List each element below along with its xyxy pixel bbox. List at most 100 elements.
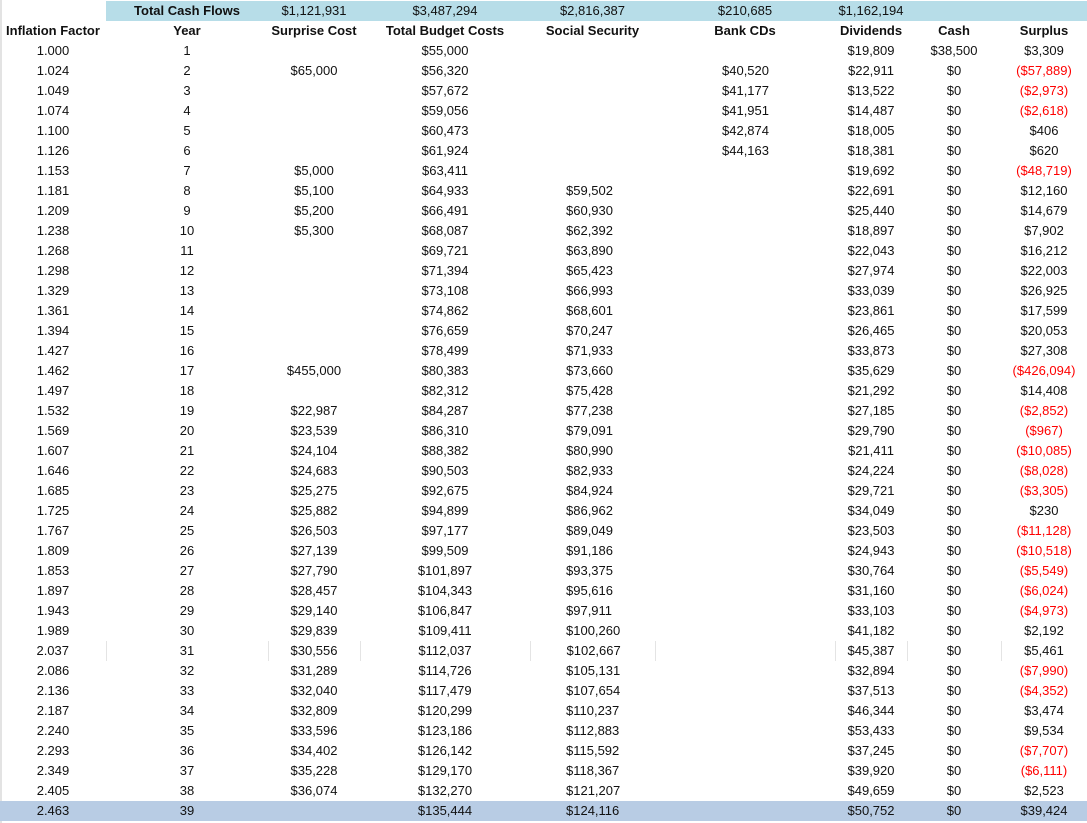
cell-bank-cds[interactable] [655,241,835,261]
cell-dividends[interactable]: $26,465 [835,321,907,341]
cell-surprise-cost[interactable]: $455,000 [268,361,360,381]
cell-cash[interactable]: $0 [907,101,1001,121]
cell-surprise-cost[interactable] [268,341,360,361]
cell-bank-cds[interactable] [655,461,835,481]
cell-year[interactable]: 10 [106,221,268,241]
cell-surplus[interactable]: ($57,889) [1001,61,1087,81]
cell-year[interactable]: 37 [106,761,268,781]
cell-bank-cds[interactable] [655,721,835,741]
cell-year[interactable]: 33 [106,681,268,701]
cell-cash[interactable]: $0 [907,361,1001,381]
cell-cash[interactable]: $0 [907,741,1001,761]
cell-year[interactable]: 6 [106,141,268,161]
cell-social-security[interactable]: $80,990 [530,441,655,461]
cell-total-budget-costs[interactable]: $55,000 [360,41,530,61]
cell-dividends[interactable]: $35,629 [835,361,907,381]
cell-cash[interactable]: $0 [907,761,1001,781]
cell-inflation-factor[interactable]: 1.989 [0,621,106,641]
cell-cash[interactable]: $0 [907,681,1001,701]
cell-social-security[interactable]: $97,911 [530,601,655,621]
cell-surplus[interactable]: $12,160 [1001,181,1087,201]
cell-inflation-factor[interactable]: 1.181 [0,181,106,201]
cell-year[interactable]: 4 [106,101,268,121]
cell-social-security[interactable]: $86,962 [530,501,655,521]
cell-year[interactable]: 26 [106,541,268,561]
total-dividends[interactable]: $1,162,194 [835,1,907,21]
cell-surprise-cost[interactable]: $27,790 [268,561,360,581]
cell-social-security[interactable]: $82,933 [530,461,655,481]
cell-surplus[interactable]: ($2,852) [1001,401,1087,421]
cell-inflation-factor[interactable]: 1.897 [0,581,106,601]
cell-cash[interactable]: $0 [907,721,1001,741]
cell-year[interactable]: 17 [106,361,268,381]
cell-dividends[interactable]: $53,433 [835,721,907,741]
cell-bank-cds[interactable] [655,401,835,421]
cell-bank-cds[interactable] [655,801,835,821]
cell-year[interactable]: 2 [106,61,268,81]
cell-cash[interactable]: $0 [907,241,1001,261]
cell-surprise-cost[interactable]: $25,275 [268,481,360,501]
cell-inflation-factor[interactable]: 1.853 [0,561,106,581]
cell-total-budget-costs[interactable]: $94,899 [360,501,530,521]
cell-bank-cds[interactable]: $41,177 [655,81,835,101]
header-social-security[interactable]: Social Security [530,21,655,41]
cell-inflation-factor[interactable]: 2.405 [0,781,106,801]
cell-bank-cds[interactable] [655,681,835,701]
cell-inflation-factor[interactable]: 2.349 [0,761,106,781]
cell-inflation-factor[interactable]: 2.187 [0,701,106,721]
cell-dividends[interactable]: $21,411 [835,441,907,461]
cell-inflation-factor[interactable]: 1.462 [0,361,106,381]
cell-total-budget-costs[interactable]: $82,312 [360,381,530,401]
cell-total-budget-costs[interactable]: $68,087 [360,221,530,241]
header-surplus[interactable]: Surplus [1001,21,1087,41]
cell-cash[interactable]: $0 [907,381,1001,401]
cell-year[interactable]: 5 [106,121,268,141]
total-bank-cds[interactable]: $210,685 [655,1,835,21]
cell-year[interactable]: 35 [106,721,268,741]
cell-surplus[interactable]: $9,534 [1001,721,1087,741]
cell-social-security[interactable]: $118,367 [530,761,655,781]
cell-surprise-cost[interactable] [268,801,360,821]
cell-total-budget-costs[interactable]: $97,177 [360,521,530,541]
cell-social-security[interactable]: $112,883 [530,721,655,741]
cell-cash[interactable]: $0 [907,341,1001,361]
cell-total-budget-costs[interactable]: $64,933 [360,181,530,201]
cell-bank-cds[interactable] [655,601,835,621]
cell-surprise-cost[interactable]: $35,228 [268,761,360,781]
cell-dividends[interactable]: $22,691 [835,181,907,201]
cell-inflation-factor[interactable]: 1.427 [0,341,106,361]
cell-bank-cds[interactable] [655,321,835,341]
cell-cash[interactable]: $0 [907,221,1001,241]
cell-surprise-cost[interactable] [268,81,360,101]
cell-social-security[interactable]: $89,049 [530,521,655,541]
header-dividends[interactable]: Dividends [835,21,907,41]
cell-cash[interactable]: $0 [907,261,1001,281]
cell-dividends[interactable]: $32,894 [835,661,907,681]
cell-cash[interactable]: $0 [907,561,1001,581]
cell-surplus[interactable]: $230 [1001,501,1087,521]
cell-bank-cds[interactable] [655,201,835,221]
cell-year[interactable]: 32 [106,661,268,681]
cell-surplus[interactable]: $620 [1001,141,1087,161]
cell-cash[interactable]: $0 [907,301,1001,321]
cell-cash[interactable]: $0 [907,581,1001,601]
cell-social-security[interactable]: $63,890 [530,241,655,261]
cell-inflation-factor[interactable]: 1.049 [0,81,106,101]
cell-cash[interactable]: $0 [907,181,1001,201]
cell-year[interactable]: 14 [106,301,268,321]
cell-social-security[interactable]: $59,502 [530,181,655,201]
cell-inflation-factor[interactable]: 1.153 [0,161,106,181]
cell-social-security[interactable]: $93,375 [530,561,655,581]
cell-dividends[interactable]: $41,182 [835,621,907,641]
cell-cash[interactable]: $0 [907,501,1001,521]
cell-surprise-cost[interactable]: $30,556 [268,641,361,661]
cell-surprise-cost[interactable]: $26,503 [268,521,360,541]
cell-cash[interactable]: $0 [907,701,1001,721]
cell-bank-cds[interactable] [655,781,835,801]
cell-surplus[interactable]: ($2,973) [1001,81,1087,101]
cell-cash[interactable]: $0 [907,421,1001,441]
header-inflation-factor[interactable]: Inflation Factor [0,21,106,41]
cell-dividends[interactable]: $33,103 [835,601,907,621]
cell-inflation-factor[interactable]: 1.298 [0,261,106,281]
cell-bank-cds[interactable] [655,161,835,181]
